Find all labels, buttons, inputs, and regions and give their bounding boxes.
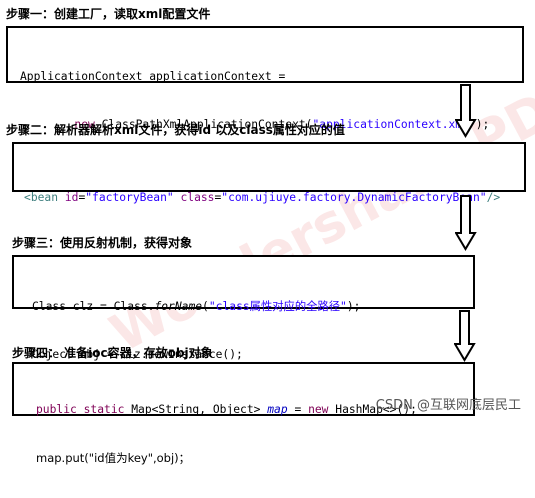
step-2-title: 步骤二：解析器解析xml文件，获得id 以及class属性对应的值 xyxy=(6,123,345,137)
step-4-code: public static Map<String, Object> map = … xyxy=(36,370,417,498)
code-line: map.put("id值为key",obj)； xyxy=(36,451,191,465)
down-arrow-icon xyxy=(454,310,476,362)
step-2-code: <bean id="factoryBean" class="com.ujiuye… xyxy=(24,158,500,238)
code-line: public static Map<String, Object> map = … xyxy=(36,403,417,416)
step-3-code-box: Class clz = Class.forName("class属性对应的全路径… xyxy=(12,255,475,361)
down-arrow-icon xyxy=(455,84,477,138)
code-line: Class clz = Class.forName("class属性对应的全路径… xyxy=(32,300,361,313)
step-2-code-box: <bean id="factoryBean" class="com.ujiuye… xyxy=(12,142,526,204)
csdn-credit: CSDN @互联网底层民工 xyxy=(375,398,521,413)
code-line: <bean id="factoryBean" class="com.ujiuye… xyxy=(24,191,501,204)
step-1-title: 步骤一：创建工厂，读取xml配置文件 xyxy=(6,7,211,21)
down-arrow-icon xyxy=(455,195,477,251)
step-4-title: 步骤四： 准备ioc容器，存放obj对象 xyxy=(12,346,213,360)
step-3-title: 步骤三：使用反射机制，获得对象 xyxy=(12,236,193,250)
code-line: ApplicationContext applicationContext = xyxy=(20,70,286,83)
step-1-code-box: ApplicationContext applicationContext = … xyxy=(6,26,524,131)
